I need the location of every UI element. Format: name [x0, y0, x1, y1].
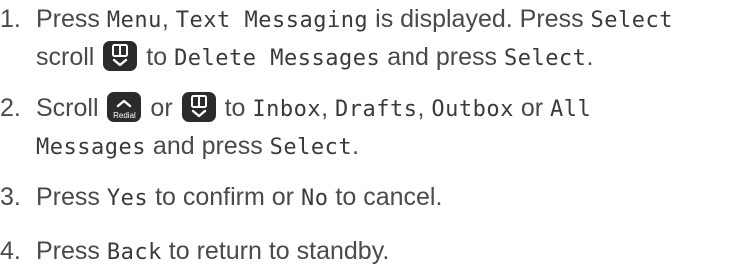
display-text-delete-messages: Delete Messages [174, 46, 381, 71]
step-3: 3. Press Yes to confirm or No to cancel. [0, 178, 741, 216]
step-4: 4. Press Back to return to standby. [0, 232, 741, 270]
display-text-menu: Menu [106, 8, 162, 33]
step-1: 1. Press Menu, Text Messaging is displaye… [0, 0, 741, 76]
step-2-line-2: Messages and press Select. [36, 132, 360, 160]
display-text-outbox: Outbox [431, 97, 514, 122]
phonebook-down-key-icon [181, 92, 216, 122]
display-text-back: Back [106, 240, 162, 265]
step-number: 1. [0, 5, 21, 33]
step-1-line-2: scroll to Delete Messages and press Sele… [36, 41, 594, 71]
step-number: 4. [0, 237, 21, 265]
display-text-select: Select [269, 135, 353, 160]
step-4-line-1: 4. Press Back to return to standby. [0, 232, 741, 270]
display-text-text-messaging: Text Messaging [175, 8, 369, 33]
redial-up-key-icon: Redial [107, 92, 142, 122]
display-text-messages: Messages [36, 135, 146, 160]
phonebook-down-key-icon [103, 41, 138, 71]
step-number: 3. [0, 183, 21, 211]
display-text-drafts: Drafts [335, 97, 418, 122]
step-number: 2. [0, 94, 21, 122]
step-2-line-1: 2. Scroll Redial or to Inbox, Drafts, Out… [0, 89, 741, 127]
step-3-line-1: 3. Press Yes to confirm or No to cancel. [0, 178, 741, 216]
display-text-yes: Yes [106, 186, 149, 211]
display-text-select: Select [503, 46, 587, 71]
display-text-select: Select [590, 8, 674, 33]
step-2: 2. Scroll Redial or to Inbox, Drafts, Out… [0, 89, 741, 165]
step-1-line-1: 1. Press Menu, Text Messaging is displaye… [0, 0, 741, 38]
display-text-no: No [300, 186, 329, 211]
display-text-inbox: Inbox [252, 97, 322, 122]
display-text-all: All [550, 97, 592, 122]
